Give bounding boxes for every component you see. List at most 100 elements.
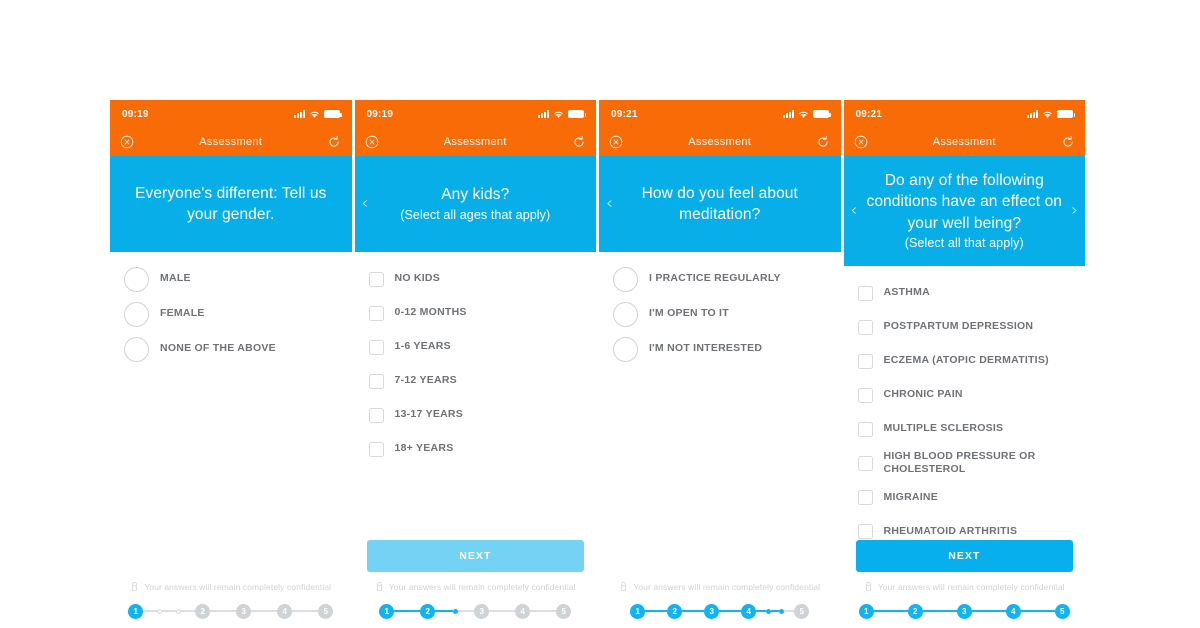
refresh-icon[interactable] (1061, 135, 1075, 149)
option-label: NONE OF THE ABOVE (160, 342, 276, 355)
refresh-icon[interactable] (327, 135, 341, 149)
status-bar: 09:21 (843, 100, 1085, 128)
nav-title: Assessment (199, 136, 263, 148)
progress-step[interactable]: 3 (704, 603, 720, 619)
screen-footer: Your answers will remain completely conf… (599, 581, 841, 628)
refresh-icon[interactable] (816, 135, 830, 149)
close-circle-icon[interactable] (365, 135, 379, 149)
radio-button[interactable] (613, 301, 638, 327)
checkbox[interactable] (857, 523, 873, 539)
radio-button[interactable] (124, 266, 149, 292)
option-row[interactable]: MIGRAINE (857, 484, 1074, 510)
option-row[interactable]: NONE OF THE ABOVE (124, 336, 340, 362)
option-row[interactable]: HIGH BLOOD PRESSURE OR CHOLESTEROL (857, 450, 1074, 476)
radio-button[interactable] (613, 336, 638, 362)
option-row[interactable]: I'M NOT INTERESTED (613, 336, 829, 362)
wifi-icon (1042, 110, 1053, 119)
progress-step[interactable]: 4 (515, 603, 531, 619)
progress-step[interactable]: 1 (858, 603, 874, 619)
confidentiality-text: Your answers will remain completely conf… (877, 581, 1065, 592)
question-title: Everyone's different: Tell us your gende… (135, 184, 327, 223)
option-row[interactable]: MULTIPLE SCLEROSIS (857, 416, 1074, 442)
progress-step[interactable]: 5 (318, 603, 334, 619)
status-time: 09:21 (855, 108, 883, 120)
progress-step[interactable]: 5 (794, 603, 810, 619)
progress-step[interactable]: 2 (667, 603, 683, 619)
option-row[interactable]: I'M OPEN TO IT (613, 301, 829, 327)
question-subtitle: (Select all ages that apply) (400, 207, 551, 222)
progress-step[interactable]: 1 (128, 603, 144, 619)
signal-bars-icon (293, 110, 305, 118)
progress-step[interactable]: 4 (1005, 603, 1021, 619)
phone-mockup-row: 09:19 Assessment Everyone's different: Tel… (110, 100, 1085, 628)
prev-question-chevron-icon[interactable]: ‹ (851, 202, 858, 220)
option-row[interactable]: 7-12 YEARS (368, 368, 585, 394)
option-row[interactable]: CHRONIC PAIN (857, 382, 1074, 408)
next-button[interactable]: NEXT (855, 540, 1073, 572)
refresh-icon[interactable] (572, 135, 586, 149)
option-row[interactable]: RHEUMATOID ARTHRITIS (857, 518, 1074, 540)
progress-step[interactable]: 2 (420, 603, 436, 619)
prev-question-chevron-icon[interactable]: ‹ (362, 195, 369, 213)
checkbox[interactable] (368, 339, 384, 355)
option-row[interactable]: ECZEMA (ATOPIC DERMATITIS) (857, 348, 1074, 374)
confidentiality-note: Your answers will remain completely conf… (611, 581, 829, 592)
progress-step[interactable]: 3 (474, 603, 490, 619)
progress-step[interactable]: 1 (379, 603, 395, 619)
progress-step[interactable]: 5 (556, 603, 572, 619)
progress-connector (756, 610, 767, 612)
close-circle-icon[interactable] (609, 135, 623, 149)
question-text: Everyone's different: Tell us your gende… (132, 183, 330, 226)
progress-step[interactable]: 1 (630, 603, 646, 619)
radio-button[interactable] (124, 336, 149, 362)
progress-step[interactable]: 4 (277, 603, 293, 619)
progress-step[interactable]: 5 (1054, 603, 1070, 619)
checkbox[interactable] (368, 373, 384, 389)
option-row[interactable]: FEMALE (124, 301, 340, 327)
screenshot-canvas: 09:19 Assessment Everyone's different: Tel… (0, 0, 1200, 628)
radio-button[interactable] (613, 266, 638, 292)
next-button[interactable]: NEXT (366, 540, 584, 572)
progress-step[interactable]: 2 (907, 603, 923, 619)
option-row[interactable]: NO KIDS (368, 266, 585, 292)
option-row[interactable]: 18+ YEARS (368, 436, 585, 462)
progress-step[interactable]: 2 (195, 603, 211, 619)
prev-question-chevron-icon[interactable]: ‹ (606, 195, 613, 213)
checkbox[interactable] (368, 407, 384, 423)
confidentiality-text: Your answers will remain completely conf… (633, 581, 821, 592)
option-row[interactable]: MALE (124, 266, 340, 292)
option-row[interactable]: POSTPARTUM DEPRESSION (857, 314, 1074, 340)
option-row[interactable]: 1-6 YEARS (368, 334, 585, 360)
radio-button[interactable] (124, 301, 149, 327)
checkbox[interactable] (857, 319, 873, 335)
checkbox[interactable] (857, 285, 873, 301)
option-row[interactable]: 13-17 YEARS (368, 402, 585, 428)
next-question-chevron-icon[interactable]: › (1071, 202, 1078, 220)
progress-step[interactable]: 3 (236, 603, 252, 619)
option-row[interactable]: ASTHMA (857, 280, 1074, 306)
progress-step[interactable]: 4 (741, 603, 757, 619)
checkbox[interactable] (857, 455, 873, 471)
option-row[interactable]: I PRACTICE REGULARLY (613, 266, 829, 292)
progress-stepper: 1 2 3 4 5 (856, 602, 1074, 620)
wifi-icon (309, 110, 320, 119)
checkbox[interactable] (857, 387, 873, 403)
status-bar: 09:19 (110, 100, 352, 128)
close-circle-icon[interactable] (120, 135, 134, 149)
progress-connector (435, 610, 454, 612)
checkbox[interactable] (368, 305, 384, 321)
close-circle-icon[interactable] (854, 135, 868, 149)
checkbox[interactable] (368, 441, 384, 457)
progress-connector (143, 610, 158, 612)
checkbox[interactable] (368, 271, 384, 287)
checkbox[interactable] (857, 421, 873, 437)
option-row[interactable]: 0-12 MONTHS (368, 300, 585, 326)
progress-step[interactable]: 3 (956, 603, 972, 619)
checkbox[interactable] (857, 489, 873, 505)
options-list: I PRACTICE REGULARLY I'M OPEN TO IT I'M NO… (599, 252, 841, 581)
option-label: MIGRAINE (883, 490, 938, 503)
progress-connector (719, 610, 742, 612)
question-header: ‹ Do any of the following conditions have… (843, 156, 1085, 266)
checkbox[interactable] (857, 353, 873, 369)
progress-connector (251, 610, 278, 612)
